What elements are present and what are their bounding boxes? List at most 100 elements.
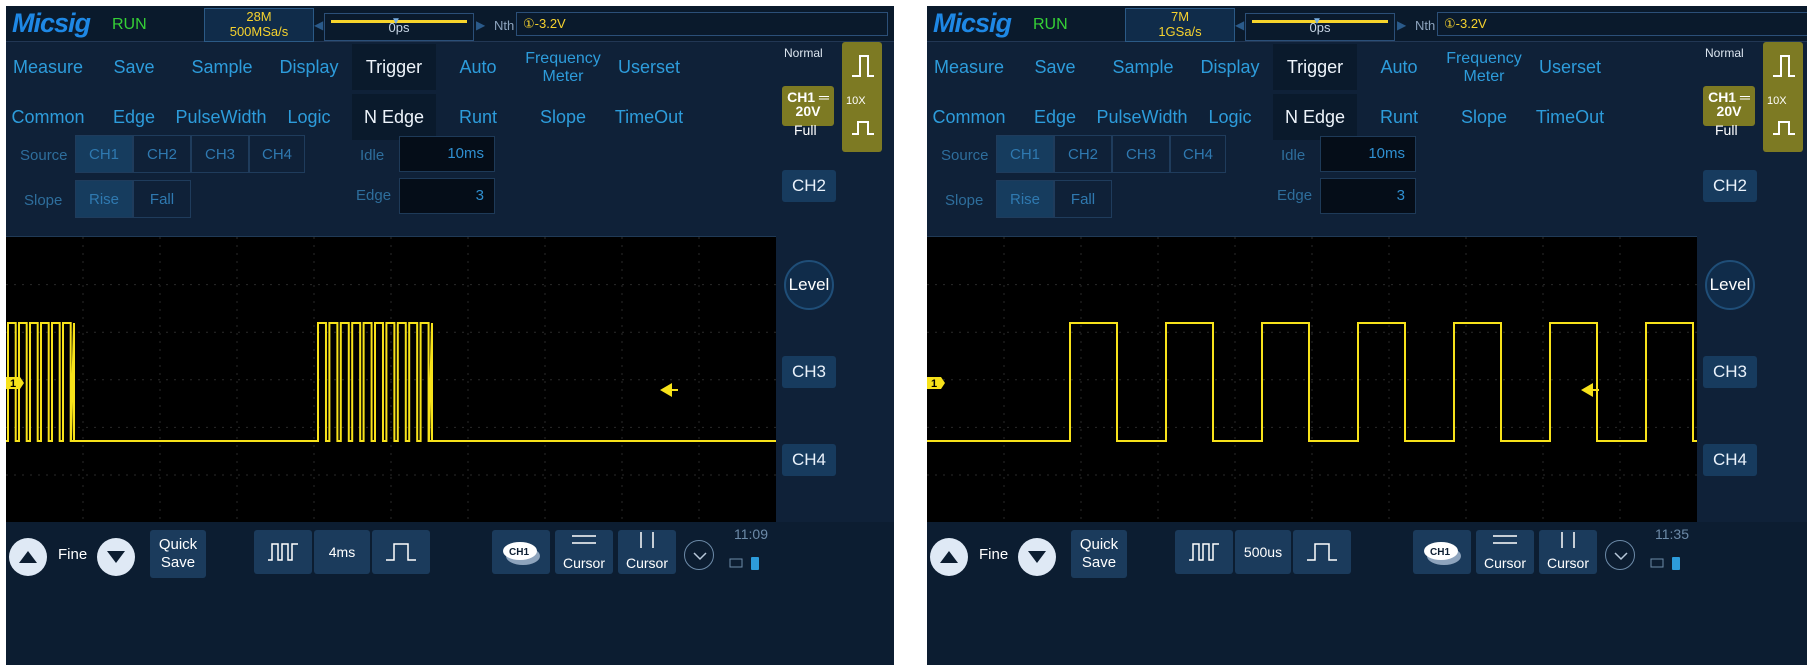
menu-sample[interactable]: Sample — [178, 44, 266, 90]
tab-n-edge[interactable]: N Edge — [1273, 94, 1357, 140]
trigger-level-knob[interactable]: Level — [1705, 260, 1755, 310]
expand-button[interactable] — [684, 540, 714, 570]
run-status[interactable]: RUN — [112, 16, 147, 34]
tab-edge[interactable]: Edge — [1011, 94, 1099, 140]
position-right-arrow-icon[interactable]: ▶ — [1397, 18, 1406, 32]
quick-save-button[interactable]: Quick Save — [1071, 530, 1127, 578]
vertical-cursor-button[interactable]: Cursor — [618, 530, 676, 574]
menu-save[interactable]: Save — [1011, 44, 1099, 90]
menu-userset[interactable]: Userset — [1527, 44, 1613, 90]
tab-slope[interactable]: Slope — [1441, 94, 1527, 140]
menu-measure[interactable]: Measure — [927, 44, 1011, 90]
slope-rise-button[interactable]: Rise — [996, 180, 1054, 218]
ch2-button[interactable]: CH2 — [782, 170, 836, 202]
edge-count-field[interactable]: 3 — [399, 178, 495, 214]
scroll-up-button[interactable] — [9, 538, 47, 576]
trigger-type-label: Nth — [494, 18, 515, 33]
menu-save[interactable]: Save — [90, 44, 178, 90]
menu-frequency-meter[interactable]: Frequency Meter — [1441, 44, 1527, 90]
horizontal-cursor-icon — [572, 535, 596, 544]
source-ch3-button[interactable]: CH3 — [191, 135, 249, 173]
expand-button[interactable] — [1605, 540, 1635, 570]
ch2-button[interactable]: CH2 — [1703, 170, 1757, 202]
source-ch1-button[interactable]: CH1 — [75, 135, 133, 173]
tab-timeout[interactable]: TimeOut — [606, 94, 692, 140]
timebase-slower-button[interactable] — [1293, 530, 1351, 574]
quick-save-button[interactable]: Quick Save — [150, 530, 206, 578]
waveform-display[interactable]: 1 — [6, 236, 776, 523]
menu-auto[interactable]: Auto — [436, 44, 520, 90]
scroll-down-button[interactable] — [1018, 538, 1056, 576]
scroll-up-button[interactable] — [930, 538, 968, 576]
timebase-slower-button[interactable] — [372, 530, 430, 574]
tab-runt[interactable]: Runt — [436, 94, 520, 140]
run-status[interactable]: RUN — [1033, 16, 1068, 34]
ch4-button[interactable]: CH4 — [1703, 444, 1757, 476]
menu-display[interactable]: Display — [1187, 44, 1273, 90]
source-ch4-button[interactable]: CH4 — [249, 135, 305, 173]
tab-logic[interactable]: Logic — [1187, 94, 1273, 140]
acquisition-info[interactable]: 28M 500MSa/s — [204, 8, 314, 42]
menu-measure[interactable]: Measure — [6, 44, 90, 90]
trigger-slope-panel[interactable]: 10X — [1763, 42, 1803, 152]
tab-runt[interactable]: Runt — [1357, 94, 1441, 140]
menu-sample[interactable]: Sample — [1099, 44, 1187, 90]
idle-field[interactable]: 10ms — [1320, 136, 1416, 172]
tab-logic[interactable]: Logic — [266, 94, 352, 140]
tab-common[interactable]: Common — [6, 94, 90, 140]
trigger-mode[interactable]: Normal — [784, 46, 823, 60]
timebase-faster-button[interactable] — [254, 530, 312, 574]
idle-field[interactable]: 10ms — [399, 136, 495, 172]
position-left-arrow-icon[interactable]: ◀ — [314, 18, 323, 32]
ch3-button[interactable]: CH3 — [782, 356, 836, 388]
tab-n-edge[interactable]: N Edge — [352, 94, 436, 140]
tab-common[interactable]: Common — [927, 94, 1011, 140]
trigger-level-knob[interactable]: Level — [784, 260, 834, 310]
source-ch1-button[interactable]: CH1 — [996, 135, 1054, 173]
ch1-scale-button[interactable]: CH1 ═ 20V — [1703, 86, 1755, 126]
waveform-display[interactable]: 1 — [927, 236, 1697, 523]
tab-timeout[interactable]: TimeOut — [1527, 94, 1613, 140]
menu-trigger[interactable]: Trigger — [352, 44, 436, 90]
ch3-button[interactable]: CH3 — [1703, 356, 1757, 388]
tab-pulsewidth[interactable]: PulseWidth — [1095, 94, 1189, 140]
tab-slope[interactable]: Slope — [520, 94, 606, 140]
ch1-scale-button[interactable]: CH1 ═ 20V — [782, 86, 834, 126]
source-ch2-button[interactable]: CH2 — [1054, 135, 1112, 173]
trigger-info[interactable]: ①-3.2V — [1437, 12, 1807, 36]
source-ch4-button[interactable]: CH4 — [1170, 135, 1226, 173]
slope-fall-button[interactable]: Fall — [133, 180, 191, 218]
horizontal-cursor-button[interactable]: Cursor — [555, 530, 613, 574]
menu-frequency-meter[interactable]: Frequency Meter — [520, 44, 606, 90]
trigger-info[interactable]: ①-3.2V — [516, 12, 888, 36]
slope-rise-button[interactable]: Rise — [75, 180, 133, 218]
source-ch2-button[interactable]: CH2 — [133, 135, 191, 173]
position-left-arrow-icon[interactable]: ◀ — [1235, 18, 1244, 32]
position-right-arrow-icon[interactable]: ▶ — [476, 18, 485, 32]
timebase-faster-button[interactable] — [1175, 530, 1233, 574]
channel-select-button[interactable]: CH1 — [492, 530, 550, 574]
trigger-mode[interactable]: Normal — [1705, 46, 1744, 60]
menu-auto[interactable]: Auto — [1357, 44, 1441, 90]
timebase-value[interactable]: 500us — [1235, 530, 1291, 574]
menu-trigger[interactable]: Trigger — [1273, 44, 1357, 90]
channel-select-button[interactable]: CH1 — [1413, 530, 1471, 574]
acquisition-info[interactable]: 7M 1GSa/s — [1125, 8, 1235, 42]
timebase-value[interactable]: 4ms — [314, 530, 370, 574]
ch1-marker-label: 1 — [10, 378, 16, 390]
horizontal-position[interactable]: ▼ 0ps — [1245, 13, 1395, 41]
menu-display[interactable]: Display — [266, 44, 352, 90]
edge-count-field[interactable]: 3 — [1320, 178, 1416, 214]
source-ch3-button[interactable]: CH3 — [1112, 135, 1170, 173]
scroll-down-button[interactable] — [97, 538, 135, 576]
trigger-slope-panel[interactable]: 10X — [842, 42, 882, 152]
slope-fall-button[interactable]: Fall — [1054, 180, 1112, 218]
tab-pulsewidth[interactable]: PulseWidth — [174, 94, 268, 140]
tab-edge[interactable]: Edge — [90, 94, 178, 140]
ch1-marker-label: 1 — [931, 378, 937, 390]
menu-userset[interactable]: Userset — [606, 44, 692, 90]
horizontal-cursor-button[interactable]: Cursor — [1476, 530, 1534, 574]
ch4-button[interactable]: CH4 — [782, 444, 836, 476]
vertical-cursor-button[interactable]: Cursor — [1539, 530, 1597, 574]
horizontal-position[interactable]: ▼ 0ps — [324, 13, 474, 41]
